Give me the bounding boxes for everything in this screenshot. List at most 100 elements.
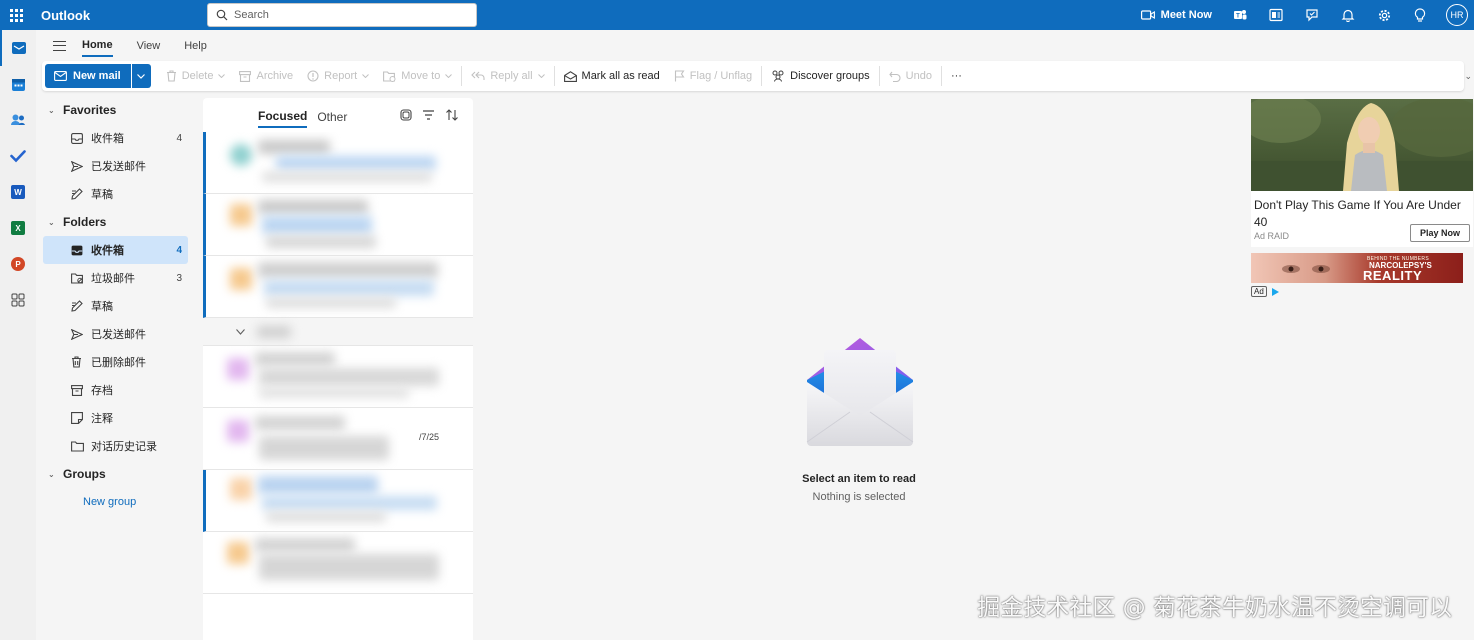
app-name[interactable]: Outlook — [41, 8, 207, 23]
avatar[interactable]: HR — [1446, 4, 1468, 26]
search-icon — [216, 9, 228, 21]
office-button[interactable] — [1258, 0, 1294, 30]
folder-junk[interactable]: 垃圾邮件 3 — [43, 264, 188, 292]
rail-calendar[interactable] — [0, 66, 36, 102]
report-button[interactable]: Report — [300, 64, 376, 88]
message-list-tools — [400, 109, 473, 121]
move-to-button[interactable]: Move to — [376, 64, 459, 88]
note-icon — [71, 412, 85, 424]
folder-sent[interactable]: 已发送邮件 — [43, 320, 188, 348]
rail-excel[interactable]: X — [0, 210, 36, 246]
favorite-sent[interactable]: 已发送邮件 — [43, 152, 188, 180]
groups-header[interactable]: ⌄ Groups — [36, 460, 196, 488]
redacted-content — [258, 262, 438, 278]
select-icon[interactable] — [400, 109, 412, 121]
ad-image[interactable] — [1251, 99, 1473, 191]
tab-other[interactable]: Other — [317, 104, 347, 127]
sender-avatar — [230, 478, 252, 500]
ribbon-tabs: Home View Help — [36, 33, 231, 59]
settings-button[interactable] — [1366, 0, 1402, 30]
folder-label: 存档 — [91, 385, 113, 397]
sender-avatar — [227, 542, 249, 564]
folder-inbox[interactable]: 收件箱 4 — [43, 236, 188, 264]
favorite-drafts[interactable]: 草稿 — [43, 180, 188, 208]
group-header[interactable] — [203, 318, 473, 346]
redacted-content — [259, 368, 439, 386]
chevron-down-icon: ⌄ — [48, 469, 55, 479]
flag-button[interactable]: Flag / Unflag — [667, 64, 759, 88]
favorites-header[interactable]: ⌄ Favorites — [36, 96, 196, 124]
rail-word[interactable]: W — [0, 174, 36, 210]
message-row[interactable] — [203, 194, 473, 256]
search-input[interactable] — [234, 9, 454, 21]
meet-now-button[interactable]: Meet Now — [1140, 9, 1212, 21]
archive-label: Archive — [256, 70, 294, 82]
notifications-button[interactable] — [1330, 0, 1366, 30]
message-row[interactable] — [203, 470, 473, 532]
ad-banner[interactable]: BEHIND THE NUMBERS NARCOLEPSY'S REALITY — [1251, 253, 1463, 283]
teams-button[interactable]: T — [1222, 0, 1258, 30]
message-row[interactable] — [203, 532, 473, 594]
message-row[interactable]: /7/25 — [203, 408, 473, 470]
redacted-content — [266, 298, 396, 308]
archive-icon — [239, 70, 252, 82]
send-icon — [71, 328, 85, 340]
ad-choices[interactable]: Ad — [1251, 286, 1473, 297]
folders-header[interactable]: ⌄ Folders — [36, 208, 196, 236]
folder-drafts[interactable]: 草稿 — [43, 292, 188, 320]
tips-button[interactable] — [1402, 0, 1438, 30]
rail-people[interactable] — [0, 102, 36, 138]
rail-mail[interactable] — [0, 30, 36, 66]
ad-body[interactable]: Don't Play This Game If You Are Under 40… — [1251, 191, 1473, 247]
redacted-content — [262, 172, 432, 182]
waffle-icon — [9, 8, 23, 22]
rail-more-apps[interactable] — [0, 282, 36, 318]
drafts-pencil-icon — [71, 300, 85, 312]
envelope-open-icon — [563, 70, 577, 82]
sender-avatar — [227, 420, 249, 442]
new-group-link[interactable]: New group — [36, 488, 196, 516]
app-launcher-button[interactable] — [0, 0, 32, 30]
sender-avatar — [230, 144, 252, 166]
mark-all-read-label: Mark all as read — [581, 70, 660, 82]
mark-all-read-button[interactable]: Mark all as read — [557, 64, 667, 88]
rail-powerpoint[interactable]: P — [0, 246, 36, 282]
search-box[interactable] — [207, 3, 477, 27]
undo-button[interactable]: Undo — [882, 64, 939, 88]
delete-button[interactable]: Delete — [159, 64, 233, 88]
folder-notes[interactable]: 注释 — [43, 404, 188, 432]
message-row[interactable] — [203, 346, 473, 408]
more-options-button[interactable]: ··· — [944, 64, 969, 88]
folder-deleted[interactable]: 已删除邮件 — [43, 348, 188, 376]
tab-help[interactable]: Help — [184, 36, 207, 56]
play-now-button[interactable]: Play Now — [1409, 224, 1470, 242]
my-day-button[interactable] — [1294, 0, 1330, 30]
navigation-toggle-button[interactable] — [36, 41, 82, 51]
archive-button[interactable]: Archive — [232, 64, 300, 88]
tab-view[interactable]: View — [137, 36, 161, 56]
tab-home[interactable]: Home — [82, 35, 113, 57]
reply-all-button[interactable]: Reply all — [464, 64, 551, 88]
filter-icon[interactable] — [422, 110, 435, 120]
message-row[interactable] — [203, 256, 473, 318]
redacted-content — [259, 554, 439, 580]
sort-icon[interactable] — [445, 109, 459, 121]
chevron-down-icon — [537, 74, 545, 78]
send-icon — [71, 160, 85, 172]
new-mail-dropdown-button[interactable] — [130, 64, 151, 88]
message-row[interactable] — [203, 132, 473, 194]
tab-focused[interactable]: Focused — [258, 103, 308, 128]
folder-conversation-history[interactable]: 对话历史记录 — [43, 432, 188, 460]
folder-archive[interactable]: 存档 — [43, 376, 188, 404]
folders-title: Folders — [63, 215, 107, 229]
rail-todo[interactable] — [0, 138, 36, 174]
new-mail-button[interactable]: New mail — [45, 64, 131, 88]
favorite-inbox[interactable]: 收件箱 4 — [43, 124, 188, 152]
ad-label: Ad — [1251, 286, 1267, 297]
redacted-content — [266, 236, 376, 248]
top-bar-actions: Meet Now T HR — [1140, 0, 1474, 30]
unread-count: 3 — [176, 272, 182, 284]
discover-groups-button[interactable]: Discover groups — [764, 64, 876, 88]
ribbon-expand-icon[interactable]: ⌄ — [1464, 71, 1472, 82]
ribbon-separator — [553, 66, 555, 86]
